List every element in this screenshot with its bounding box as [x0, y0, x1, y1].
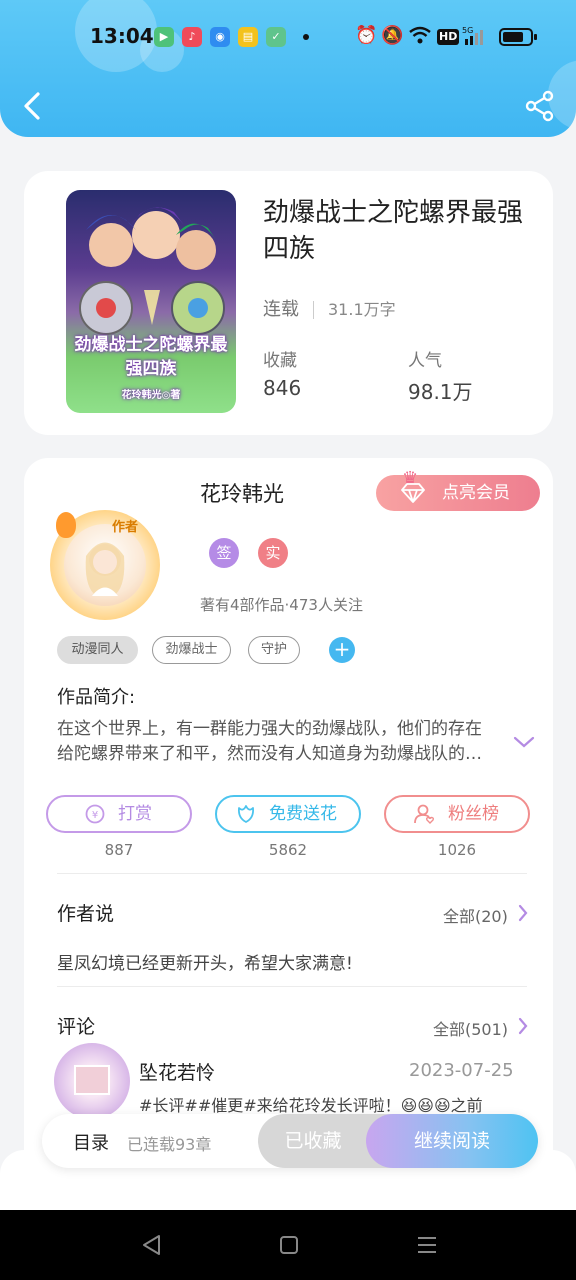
- verified-badge: 实: [258, 538, 288, 568]
- author-says-more[interactable]: 全部(20): [443, 903, 508, 927]
- author-avatar[interactable]: 作者: [50, 510, 160, 620]
- tag-item[interactable]: 守护: [248, 636, 300, 664]
- chevron-left-icon: [24, 92, 40, 120]
- author-says-title: 作者说: [57, 903, 115, 925]
- book-title: 劲爆战士之陀螺界最强四族: [263, 198, 524, 264]
- collect-value: 846: [263, 376, 302, 400]
- author-card: 作者 花玲韩光 ♛ 点亮会员 签 实 著有4部作品·473人关注 动漫同人 劲爆…: [24, 458, 553, 1178]
- flower-icon: [237, 805, 255, 823]
- flower-count: 5862: [268, 841, 308, 859]
- meta-separator: [313, 301, 314, 319]
- add-tag-button[interactable]: +: [329, 637, 355, 663]
- chapter-count: 已连载93章: [127, 1135, 212, 1154]
- word-count: 31.1万字: [328, 300, 396, 319]
- system-nav-bar: [0, 1210, 576, 1280]
- status-time: 13:04: [90, 24, 154, 48]
- tag-item[interactable]: 动漫同人: [57, 636, 138, 664]
- book-meta: 连载 31.1万字: [263, 295, 396, 321]
- wifi-icon: [408, 25, 432, 47]
- chevron-right-icon[interactable]: [517, 903, 529, 923]
- header: 13:04 ▶ ♪ ◉ ▤ ✓ ⏰ 🔕 HD 5G: [0, 0, 576, 137]
- cover-title-text: 劲爆战士之陀螺界最强四族 花玲韩光◎著: [74, 335, 228, 401]
- music-app-icon: ♪: [182, 27, 202, 47]
- reward-button[interactable]: ¥ 打赏: [46, 795, 192, 833]
- book-cover[interactable]: 劲爆战士之陀螺界最强四族 花玲韩光◎著: [66, 190, 236, 413]
- nav-back-icon[interactable]: [139, 1232, 165, 1258]
- vip-membership-button[interactable]: ♛ 点亮会员: [376, 468, 540, 511]
- svg-text:¥: ¥: [92, 810, 98, 821]
- camera-app-icon: ◉: [210, 27, 230, 47]
- more-notifications-icon: [303, 34, 309, 40]
- signal-5g-icon: 5G: [462, 25, 490, 47]
- fan-ranking-button[interactable]: 粉丝榜: [384, 795, 530, 833]
- diamond-icon: [401, 483, 425, 503]
- book-info-card: 劲爆战士之陀螺界最强四族 花玲韩光◎著 劲爆战士之陀螺界最强四族 连载 31.1万…: [24, 171, 553, 435]
- popularity-value: 98.1万: [408, 380, 473, 404]
- author-avatar-tag: 作者: [112, 520, 139, 535]
- chevron-right-icon[interactable]: [517, 1016, 529, 1036]
- battery-icon: [499, 28, 537, 46]
- divider: [57, 873, 527, 874]
- divider: [57, 986, 527, 987]
- bottom-action-bar: 目录 已连载93章 已收藏 继续阅读: [42, 1114, 538, 1168]
- toc-button[interactable]: 目录: [73, 1129, 109, 1155]
- notes-app-icon: ▤: [238, 27, 258, 47]
- book-status: 连载: [263, 299, 299, 320]
- coin-icon: ¥: [85, 804, 105, 824]
- comments-title: 评论: [57, 1016, 96, 1038]
- mute-icon: 🔕: [381, 25, 404, 46]
- chevron-down-icon[interactable]: [513, 735, 535, 749]
- reward-count: 887: [104, 841, 134, 859]
- intro-label: 作品简介:: [57, 687, 136, 708]
- svg-text:5G: 5G: [462, 26, 473, 35]
- share-icon: [525, 90, 554, 122]
- vip-label: 点亮会员: [442, 483, 510, 503]
- share-button[interactable]: [524, 90, 556, 122]
- author-name[interactable]: 花玲韩光: [200, 478, 284, 508]
- video-app-icon: ▶: [154, 27, 174, 47]
- nav-menu-icon[interactable]: [414, 1232, 440, 1258]
- hd-icon: HD: [437, 29, 460, 45]
- intro-text[interactable]: 在这个世界上，有一群能力强大的劲爆战队，他们的存在 给陀螺界带来了和平，然而没有…: [57, 717, 497, 767]
- collect-label: 收藏: [263, 351, 297, 371]
- back-button[interactable]: [18, 88, 48, 124]
- nav-home-icon[interactable]: [276, 1232, 302, 1258]
- alarm-icon: ⏰: [355, 25, 378, 46]
- send-flower-button[interactable]: 免费送花: [215, 795, 361, 833]
- avatar-image: [64, 524, 146, 606]
- continue-reading-button[interactable]: 继续阅读: [366, 1114, 538, 1168]
- signed-badge: 签: [209, 538, 239, 568]
- fan-icon: [414, 804, 435, 824]
- comment-date: 2023-07-25: [409, 1060, 514, 1081]
- commenter-avatar[interactable]: [54, 1043, 130, 1119]
- popularity-label: 人气: [408, 351, 442, 371]
- shield-app-icon: ✓: [266, 27, 286, 47]
- commenter-name[interactable]: 坠花若怜: [139, 1058, 215, 1085]
- tag-item[interactable]: 劲爆战士: [152, 636, 231, 664]
- author-says-text: 星凤幻境已经更新开头，希望大家满意!: [57, 954, 353, 974]
- balloon-icon: [56, 512, 76, 538]
- comment-text[interactable]: #长评##催更#来给花玲发长评啦！😆😆😆之前: [139, 1092, 529, 1116]
- status-bar: 13:04 ▶ ♪ ◉ ▤ ✓ ⏰ 🔕 HD 5G: [0, 0, 576, 72]
- author-stats: 著有4部作品·473人关注: [200, 596, 363, 614]
- fan-count: 1026: [437, 841, 477, 859]
- comments-more[interactable]: 全部(501): [433, 1016, 508, 1040]
